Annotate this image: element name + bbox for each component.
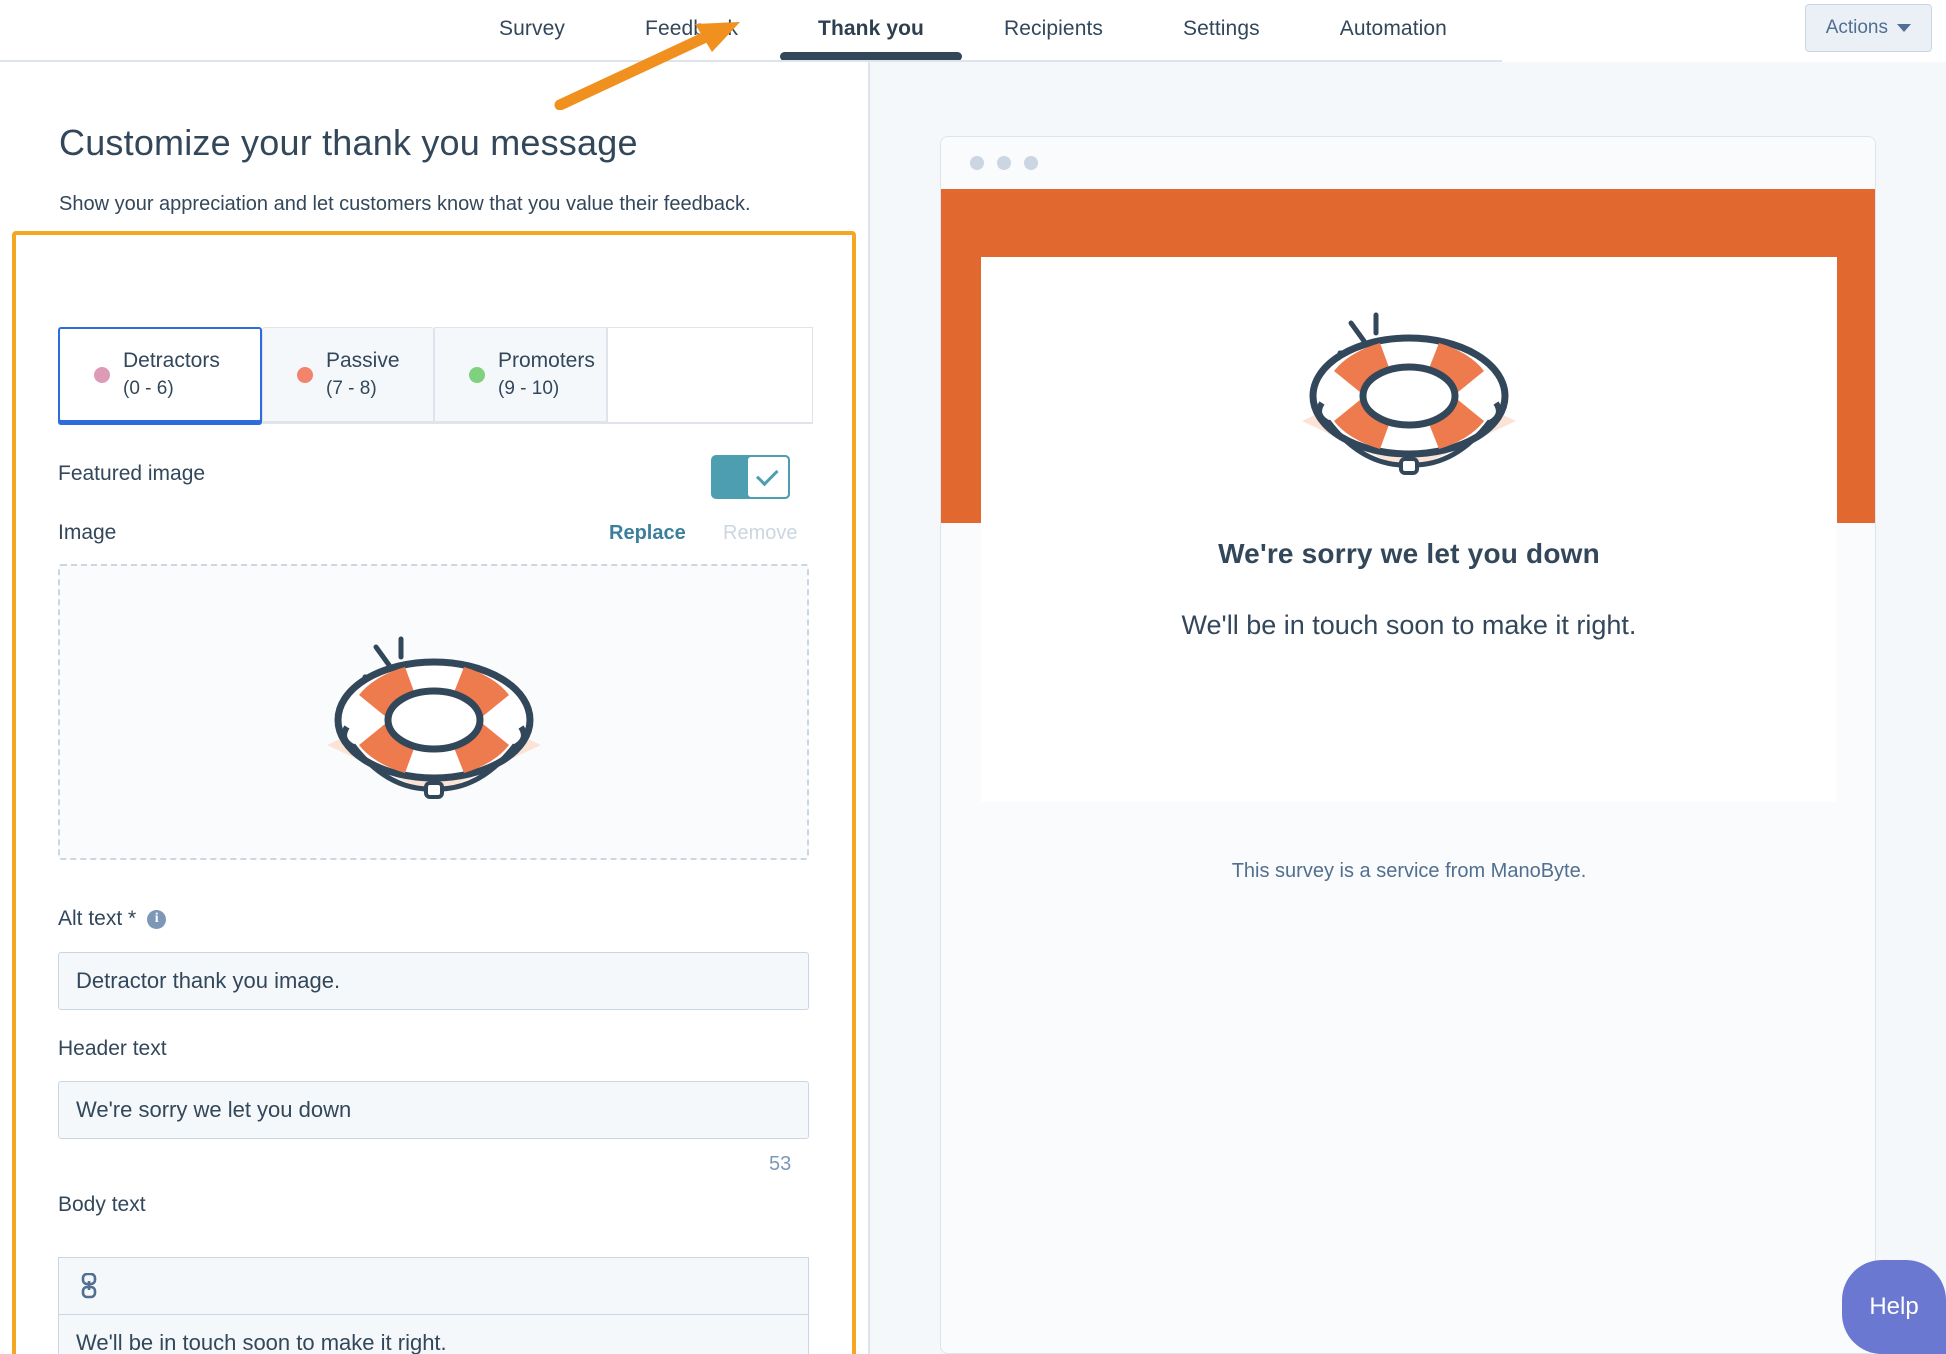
segment-range: (7 - 8) <box>326 378 377 399</box>
remove-image-link[interactable]: Remove <box>723 522 797 545</box>
help-button-label: Help <box>1869 1293 1919 1320</box>
tab-feedback[interactable]: Feedback <box>605 0 778 58</box>
window-dot-icon <box>970 156 984 170</box>
segment-range: (9 - 10) <box>498 378 560 399</box>
replace-image-link[interactable]: Replace <box>609 522 686 545</box>
tab-thank-you[interactable]: Thank you <box>778 0 964 58</box>
detractors-dot-icon <box>94 366 110 383</box>
body-text-input[interactable]: We'll be in touch soon to make it right. <box>58 1314 809 1354</box>
passive-dot-icon <box>297 366 313 383</box>
segment-name: Promoters <box>498 349 595 372</box>
chevron-down-icon <box>1897 24 1911 32</box>
lifebuoy-illustration <box>1302 312 1516 475</box>
preview-header-text: We're sorry we let you down <box>1218 538 1600 569</box>
featured-image-toggle[interactable] <box>711 455 790 499</box>
lifebuoy-illustration <box>326 636 541 799</box>
image-label: Image <box>58 521 117 544</box>
alt-text-input[interactable] <box>58 952 809 1010</box>
actions-button[interactable]: Actions <box>1804 4 1932 52</box>
segment-range: (0 - 6) <box>123 378 174 399</box>
preview-content-card: We're sorry we let you down We'll be in … <box>981 257 1837 802</box>
preview-pane: We're sorry we let you down We'll be in … <box>870 62 1946 1354</box>
body-text-toolbar <box>58 1257 809 1314</box>
window-dot-icon <box>997 156 1011 170</box>
segment-name: Passive <box>326 349 400 372</box>
segment-tab-filler <box>607 327 813 422</box>
segment-name: Detractors <box>123 349 220 372</box>
window-dot-icon <box>1024 156 1038 170</box>
preview-browser-chrome <box>941 137 1875 189</box>
page-subtitle: Show your appreciation and let customers… <box>59 193 751 215</box>
help-button[interactable]: Help <box>1842 1260 1946 1354</box>
preview-body-text: We'll be in touch soon to make it right. <box>1181 610 1637 640</box>
link-icon[interactable] <box>79 1273 99 1299</box>
actions-button-label: Actions <box>1825 17 1888 38</box>
segment-tab-passive[interactable]: Passive (7 - 8) <box>262 327 434 422</box>
header-text-label: Header text <box>58 1037 167 1060</box>
segment-tab-promoters[interactable]: Promoters (9 - 10) <box>434 327 607 422</box>
promoters-dot-icon <box>469 366 485 383</box>
alt-text-label-text: Alt text * <box>58 907 137 930</box>
tab-settings[interactable]: Settings <box>1143 0 1300 58</box>
header-text-input[interactable] <box>58 1081 809 1139</box>
preview-illustration-wrap <box>1284 293 1534 488</box>
page-title: Customize your thank you message <box>59 122 638 163</box>
image-dropzone[interactable] <box>58 564 809 860</box>
preview-card: We're sorry we let you down We'll be in … <box>940 136 1876 1354</box>
app-root: Survey Feedback Thank you Recipients Set… <box>0 0 1946 1354</box>
preview-footer-text: This survey is a service from ManoByte. <box>1231 860 1587 882</box>
info-icon[interactable]: i <box>147 909 167 929</box>
top-navigation: Survey Feedback Thank you Recipients Set… <box>0 0 1946 58</box>
editor-pane: Customize your thank you message Show yo… <box>0 62 868 1354</box>
alt-text-label: Alt text * i <box>58 907 167 931</box>
header-text-counter: 53 <box>769 1153 792 1175</box>
tab-recipients[interactable]: Recipients <box>964 0 1143 58</box>
audience-segment-tabs: Detractors (0 - 6) Passive (7 - 8) Promo… <box>58 327 813 424</box>
featured-image-label: Featured image <box>58 462 206 485</box>
nav-tab-list: Survey Feedback Thank you Recipients Set… <box>459 0 1487 58</box>
segment-tab-detractors[interactable]: Detractors (0 - 6) <box>58 327 262 422</box>
check-icon <box>755 463 779 487</box>
toggle-knob <box>746 455 790 499</box>
segment-rule <box>58 422 813 424</box>
tab-automation[interactable]: Automation <box>1300 0 1487 58</box>
body-text-label: Body text <box>58 1193 146 1216</box>
tab-survey[interactable]: Survey <box>459 0 605 58</box>
